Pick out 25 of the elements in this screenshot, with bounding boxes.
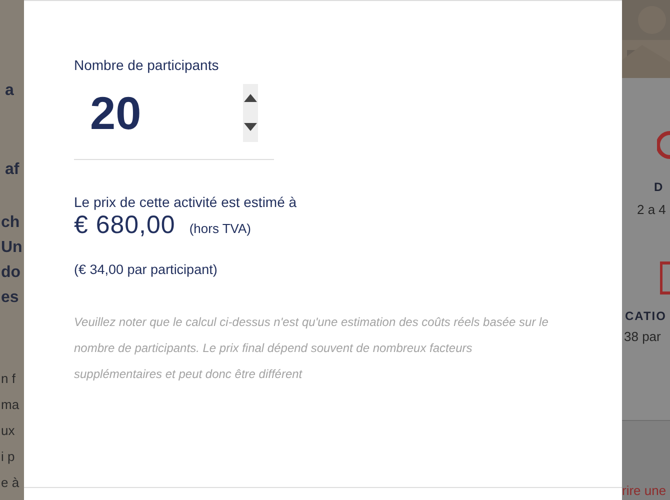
body-text: ma <box>1 396 20 414</box>
heading-text: Un <box>1 238 24 258</box>
info-label: CATIO <box>625 309 668 323</box>
heading-text: do <box>1 263 22 283</box>
info-label: D <box>654 180 665 194</box>
heading-text: a <box>5 81 15 101</box>
spinner[interactable] <box>243 84 258 142</box>
body-text: e à <box>1 474 20 492</box>
down-arrow-icon[interactable] <box>244 123 257 131</box>
info-value: 2 a 4 <box>637 202 667 217</box>
field-label: Nombre de participants <box>74 56 220 74</box>
info-value: 38 par <box>624 329 662 344</box>
up-arrow-icon[interactable] <box>244 94 257 102</box>
heading-text: ch <box>1 213 21 233</box>
price-note: (hors TVA) <box>189 221 251 236</box>
heading-text: af <box>5 160 20 180</box>
price-per-participant: (€ 34,00 par participant) <box>74 262 218 277</box>
disclaimer-text: Veuillez noter que le calcul ci-dessus n'est qu'une estimation des coûts réels basée sur le nombre de participants. Le prix final dépend souvent de nombreux facteurs supplémentaires et peut donc être différent <box>74 314 550 383</box>
participants-field[interactable]: 20 <box>74 84 274 160</box>
body-text: ux <box>1 422 16 440</box>
body-text: n f <box>1 370 16 388</box>
price-intro: Le prix de cette activité est estimé à <box>74 193 298 211</box>
heading-text: es <box>1 288 20 308</box>
body-text: i p <box>1 448 16 466</box>
price-total: € 680,00 <box>74 211 176 240</box>
